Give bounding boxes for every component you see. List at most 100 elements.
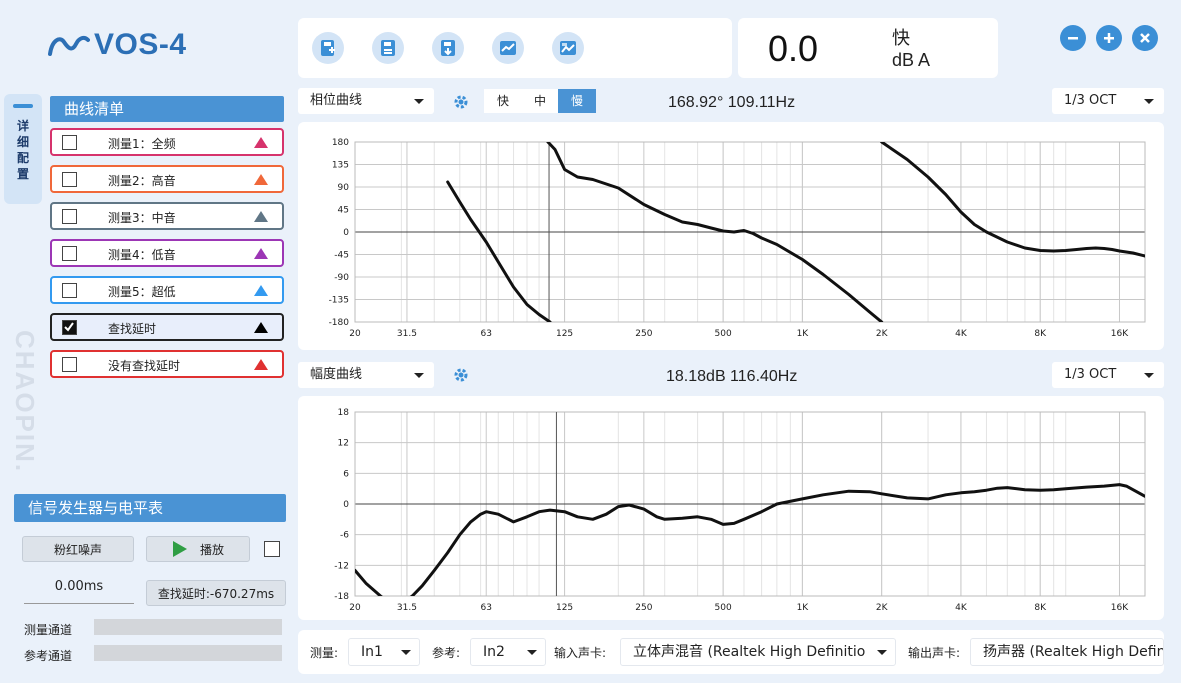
curve-chart-icon[interactable] xyxy=(492,32,524,64)
loop-checkbox[interactable] xyxy=(264,541,280,557)
curve-label: 测量1：全频 xyxy=(108,137,176,151)
magnitude-settings-button[interactable] xyxy=(451,365,471,385)
x-tick-label: 31.5 xyxy=(397,603,417,613)
phase-oct-select[interactable]: 1/3 OCT xyxy=(1052,88,1164,114)
chevron-down-icon xyxy=(414,373,424,378)
measure-channel-label: 测量通道 xyxy=(24,623,73,637)
x-tick-label: 2K xyxy=(876,603,889,613)
logo-mark-icon xyxy=(48,35,90,56)
speed-button[interactable]: 慢 xyxy=(558,89,596,113)
close-button[interactable] xyxy=(1132,25,1158,51)
y-tick-label: -18 xyxy=(334,592,349,602)
close-icon xyxy=(1140,33,1150,43)
y-tick-label: -135 xyxy=(329,296,349,306)
y-tick-label: 90 xyxy=(338,183,350,193)
chevron-down-icon xyxy=(414,99,424,104)
chevron-down-icon xyxy=(527,650,537,655)
curve-list-item[interactable]: 测量3：中音 xyxy=(50,202,284,230)
play-button[interactable]: 播放 xyxy=(146,536,250,562)
save-file-icon[interactable] xyxy=(372,32,404,64)
reference-channel-label: 参考通道 xyxy=(24,649,73,663)
x-tick-label: 500 xyxy=(715,603,732,613)
curve-label: 测量4：低音 xyxy=(108,248,176,262)
magnitude-type-select[interactable]: 幅度曲线 xyxy=(298,362,434,388)
curve-checkbox[interactable] xyxy=(62,172,77,187)
curve-checkbox[interactable] xyxy=(62,357,77,372)
magnitude-chart[interactable]: 18 12 6 0 -6 -12 -1820 31.5 63 125 250 500 1K 2K 4K 8K 1… xyxy=(298,396,1164,620)
x-tick-label: 16K xyxy=(1111,329,1129,339)
curve-list-item[interactable]: 查找延时 xyxy=(50,313,284,341)
curve-checkbox[interactable] xyxy=(62,246,77,261)
y-tick-label: 45 xyxy=(338,206,349,216)
curve-label: 测量5：超低 xyxy=(108,285,176,299)
measure-channel-level xyxy=(94,619,282,635)
y-tick-label: 18 xyxy=(338,408,350,418)
curve-list-item[interactable]: 测量5：超低 xyxy=(50,276,284,304)
curve-line xyxy=(880,142,1145,258)
phase-chart[interactable]: 180 135 90 45 0 -45 -90 -135 -18020 31.5 63 125 250 5… xyxy=(298,122,1164,350)
y-tick-label: 135 xyxy=(332,161,349,171)
tab-indicator xyxy=(13,104,33,108)
pink-noise-button[interactable]: 粉红噪声 xyxy=(22,536,134,562)
curve-list-item[interactable]: 没有查找延时 xyxy=(50,350,284,378)
chevron-down-icon xyxy=(401,650,411,655)
maximize-button[interactable] xyxy=(1096,25,1122,51)
measure-value: In1 xyxy=(361,644,383,660)
curve-color-icon[interactable] xyxy=(254,211,268,222)
curve-list-item[interactable]: 测量2：高音 xyxy=(50,165,284,193)
x-tick-label: 250 xyxy=(635,603,652,613)
device-bar: 测量: In1 参考: In2 输入声卡: 立体声混音 (Realtek Hig… xyxy=(298,630,1164,674)
phase-type-select[interactable]: 相位曲线 xyxy=(298,88,434,114)
y-tick-label: -180 xyxy=(329,318,350,328)
main-toolbar xyxy=(298,18,732,78)
measure-select[interactable]: In1 xyxy=(348,638,420,666)
magnitude-oct-select[interactable]: 1/3 OCT xyxy=(1052,362,1164,388)
phase-settings-button[interactable] xyxy=(451,92,471,112)
check-icon xyxy=(64,322,74,332)
speed-button[interactable]: 快 xyxy=(484,89,522,113)
minimize-button[interactable] xyxy=(1060,25,1086,51)
curve-list-item[interactable]: 测量4：低音 xyxy=(50,239,284,267)
x-tick-label: 125 xyxy=(556,603,573,613)
curve-color-icon[interactable] xyxy=(254,285,268,296)
export-file-icon[interactable] xyxy=(432,32,464,64)
signal-generator-panel: 信号发生器与电平表 粉红噪声 播放 0.00ms 查找延时:-670.27ms … xyxy=(12,488,294,676)
x-tick-label: 8K xyxy=(1034,329,1047,339)
meter-unit: dB A xyxy=(892,50,931,70)
reference-select[interactable]: In2 xyxy=(470,638,546,666)
curve-label: 测量2：高音 xyxy=(108,174,176,188)
x-tick-label: 2K xyxy=(876,329,889,339)
detail-config-label: 详细配置 xyxy=(16,119,29,181)
curve-color-icon[interactable] xyxy=(254,174,268,185)
x-tick-label: 20 xyxy=(349,329,361,339)
curve-checkbox[interactable] xyxy=(62,320,77,335)
chevron-down-icon xyxy=(1144,99,1154,104)
output-device-select[interactable]: 扬声器 (Realtek High Definition xyxy=(970,638,1164,666)
curve-color-icon[interactable] xyxy=(254,137,268,148)
output-device-label: 输出声卡: xyxy=(908,646,961,660)
y-tick-label: 6 xyxy=(343,469,349,479)
curve-color-icon[interactable] xyxy=(254,248,268,259)
image-chart-icon[interactable] xyxy=(552,32,584,64)
detail-config-tab[interactable]: 详细配置 xyxy=(4,94,42,204)
gear-icon xyxy=(454,95,468,109)
curve-label: 查找延时 xyxy=(108,322,157,336)
new-file-icon[interactable] xyxy=(312,32,344,64)
curve-checkbox[interactable] xyxy=(62,209,77,224)
curve-checkbox[interactable] xyxy=(62,283,77,298)
x-tick-label: 63 xyxy=(480,329,491,339)
x-tick-label: 500 xyxy=(715,329,732,339)
x-tick-label: 125 xyxy=(556,329,573,339)
find-delay-button[interactable]: 查找延时:-670.27ms xyxy=(146,580,286,606)
curve-checkbox[interactable] xyxy=(62,135,77,150)
input-device-select[interactable]: 立体声混音 (Realtek High Definitio xyxy=(620,638,896,666)
curve-color-icon[interactable] xyxy=(254,359,268,370)
y-tick-label: 0 xyxy=(343,228,349,238)
speed-button[interactable]: 中 xyxy=(521,89,559,113)
curve-list-item[interactable]: 测量1：全频 xyxy=(50,128,284,156)
curve-color-icon[interactable] xyxy=(254,322,268,333)
phase-plot-panel: 180 135 90 45 0 -45 -90 -135 -180 20 31.5 63 125 250 5… xyxy=(298,122,1164,350)
curve-line xyxy=(355,483,1145,596)
x-tick-label: 20 xyxy=(349,603,361,613)
meter-mode: 快 xyxy=(892,28,910,49)
